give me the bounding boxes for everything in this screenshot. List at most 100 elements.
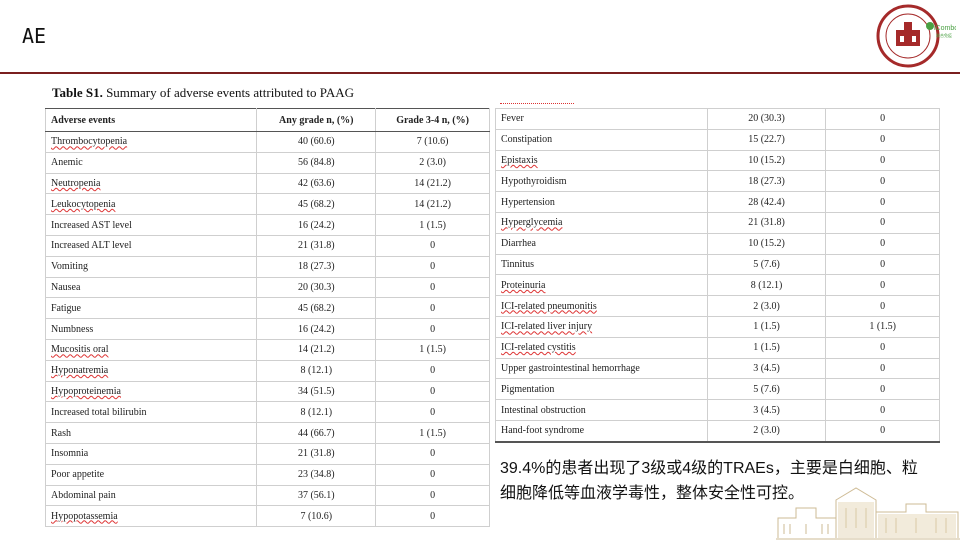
any-grade-cell: 37 (56.1) [256, 484, 377, 507]
any-grade-cell: 16 (24.2) [256, 214, 377, 236]
event-name-cell: Nausea [44, 276, 258, 299]
any-grade-cell: 34 (51.5) [256, 380, 377, 403]
table-row: Hypothyroidism 18 (27.3) 0 [495, 170, 940, 193]
event-name-cell: Proteinuria [495, 274, 708, 297]
event-name-cell: Neutropenia [44, 172, 258, 195]
event-name-cell: Intestinal obstruction [495, 399, 708, 421]
table-row: Fatigue 45 (68.2) 0 [44, 297, 490, 320]
event-name-cell: Hypoproteinemia [44, 380, 258, 403]
table-row: Hyponatremia 8 (12.1) 0 [44, 359, 490, 382]
grade-3-4-cell: 0 [825, 191, 940, 213]
any-grade-cell: 20 (30.3) [256, 276, 377, 299]
caption-text: Summary of adverse events attributed to … [102, 85, 354, 100]
event-name-cell: Hyponatremia [44, 359, 258, 382]
grade-3-4-cell: 0 [825, 357, 940, 380]
table-row: Vomiting 18 (27.3) 0 [44, 255, 490, 278]
any-grade-cell: 23 (34.8) [256, 463, 377, 486]
any-grade-cell: 44 (66.7) [256, 422, 377, 444]
event-name-cell: Rash [44, 422, 258, 444]
grade-3-4-cell: 0 [825, 108, 940, 130]
event-name-cell: Insomnia [44, 442, 258, 465]
logo-text: iCombo [934, 25, 956, 32]
table-caption: Table S1. Summary of adverse events attr… [52, 85, 354, 101]
table-row: Poor appetite 23 (34.8) 0 [44, 463, 490, 486]
event-name-cell: Epistaxis [495, 149, 708, 172]
grade-3-4-cell: 0 [825, 274, 940, 297]
any-grade-cell: 42 (63.6) [256, 172, 377, 195]
adverse-events-table-right: Fever 20 (30.3) 0 Constipation 15 (22.7) 0 Epi… [495, 108, 940, 443]
grade-3-4-cell: 0 [825, 211, 940, 234]
any-grade-cell: 8 (12.1) [706, 274, 827, 297]
table-row: Fever 20 (30.3) 0 [495, 108, 940, 130]
event-name-cell: Hypothyroidism [495, 170, 708, 193]
table-row: Diarrhea 10 (15.2) 0 [495, 232, 940, 255]
table-row: Thrombocytopenia 40 (60.6) 7 (10.6) [44, 131, 490, 153]
table-row: Increased AST level 16 (24.2) 1 (1.5) [44, 214, 490, 236]
event-name-cell: Numbness [44, 318, 258, 340]
any-grade-cell: 1 (1.5) [706, 336, 827, 359]
any-grade-cell: 3 (4.5) [706, 357, 827, 380]
grade-3-4-cell: 0 [825, 170, 940, 193]
grade-3-4-cell: 0 [375, 380, 490, 403]
any-grade-cell: 7 (10.6) [256, 505, 377, 528]
table-row: Epistaxis 10 (15.2) 0 [495, 149, 940, 172]
header-adverse-events: Adverse events [44, 108, 258, 132]
header-grade-3-4: Grade 3-4 n, (%) [375, 108, 490, 132]
event-name-cell: Increased total bilirubin [44, 401, 258, 424]
table-row: Hand-foot syndrome 2 (3.0) 0 [495, 419, 940, 443]
grade-3-4-cell: 0 [375, 359, 490, 382]
grade-3-4-cell: 0 [375, 234, 490, 257]
header-any-grade: Any grade n, (%) [256, 108, 377, 132]
table-row: ICI-related pneumonitis 2 (3.0) 0 [495, 295, 940, 317]
table-row: Hyperglycemia 21 (31.8) 0 [495, 211, 940, 234]
any-grade-cell: 18 (27.3) [706, 170, 827, 193]
table-row: Leukocytopenia 45 (68.2) 14 (21.2) [44, 193, 490, 216]
event-name-cell: Upper gastrointestinal hemorrhage [495, 357, 708, 380]
any-grade-cell: 56 (84.8) [256, 151, 377, 174]
grade-3-4-cell: 0 [375, 276, 490, 299]
event-name-cell: Leukocytopenia [44, 193, 258, 216]
any-grade-cell: 1 (1.5) [706, 315, 827, 338]
any-grade-cell: 21 (31.8) [256, 442, 377, 465]
grade-3-4-cell: 1 (1.5) [375, 338, 490, 361]
any-grade-cell: 14 (21.2) [256, 338, 377, 361]
any-grade-cell: 45 (68.2) [256, 193, 377, 216]
event-name-cell: Fever [495, 108, 708, 130]
grade-3-4-cell: 0 [825, 399, 940, 421]
event-name-cell: Pigmentation [495, 378, 708, 401]
any-grade-cell: 5 (7.6) [706, 253, 827, 276]
any-grade-cell: 40 (60.6) [256, 131, 377, 153]
any-grade-cell: 45 (68.2) [256, 297, 377, 320]
table-row: Nausea 20 (30.3) 0 [44, 276, 490, 299]
event-name-cell: Increased ALT level [44, 234, 258, 257]
event-name-cell: Vomiting [44, 255, 258, 278]
event-name-cell: Hypertension [495, 191, 708, 213]
event-name-cell: Thrombocytopenia [44, 131, 258, 153]
grade-3-4-cell: 7 (10.6) [375, 131, 490, 153]
grade-3-4-cell: 0 [375, 505, 490, 528]
any-grade-cell: 2 (3.0) [706, 419, 827, 443]
grade-3-4-cell: 0 [825, 253, 940, 276]
table-row: ICI-related liver injury 1 (1.5) 1 (1.5) [495, 315, 940, 338]
grade-3-4-cell: 0 [375, 442, 490, 465]
grade-3-4-cell: 0 [825, 295, 940, 317]
event-name-cell: Tinnitus [495, 253, 708, 276]
event-name-cell: Hypopotassemia [44, 505, 258, 528]
caption-label: Table S1. [52, 85, 103, 100]
table-header-row: Adverse events Any grade n, (%) Grade 3-… [44, 108, 490, 132]
any-grade-cell: 15 (22.7) [706, 128, 827, 151]
event-name-cell: Hyperglycemia [495, 211, 708, 234]
grade-3-4-cell: 0 [375, 297, 490, 320]
any-grade-cell: 18 (27.3) [256, 255, 377, 278]
event-name-cell: Diarrhea [495, 232, 708, 255]
grade-3-4-cell: 0 [825, 419, 940, 443]
table-row: Rash 44 (66.7) 1 (1.5) [44, 422, 490, 444]
building-decoration [776, 487, 960, 540]
any-grade-cell: 16 (24.2) [256, 318, 377, 340]
table-row: Upper gastrointestinal hemorrhage 3 (4.5)… [495, 357, 940, 380]
slide-title: AE [22, 24, 47, 48]
any-grade-cell: 21 (31.8) [706, 211, 827, 234]
grade-3-4-cell: 0 [825, 336, 940, 359]
grade-3-4-cell: 0 [375, 318, 490, 340]
grade-3-4-cell: 0 [825, 378, 940, 401]
